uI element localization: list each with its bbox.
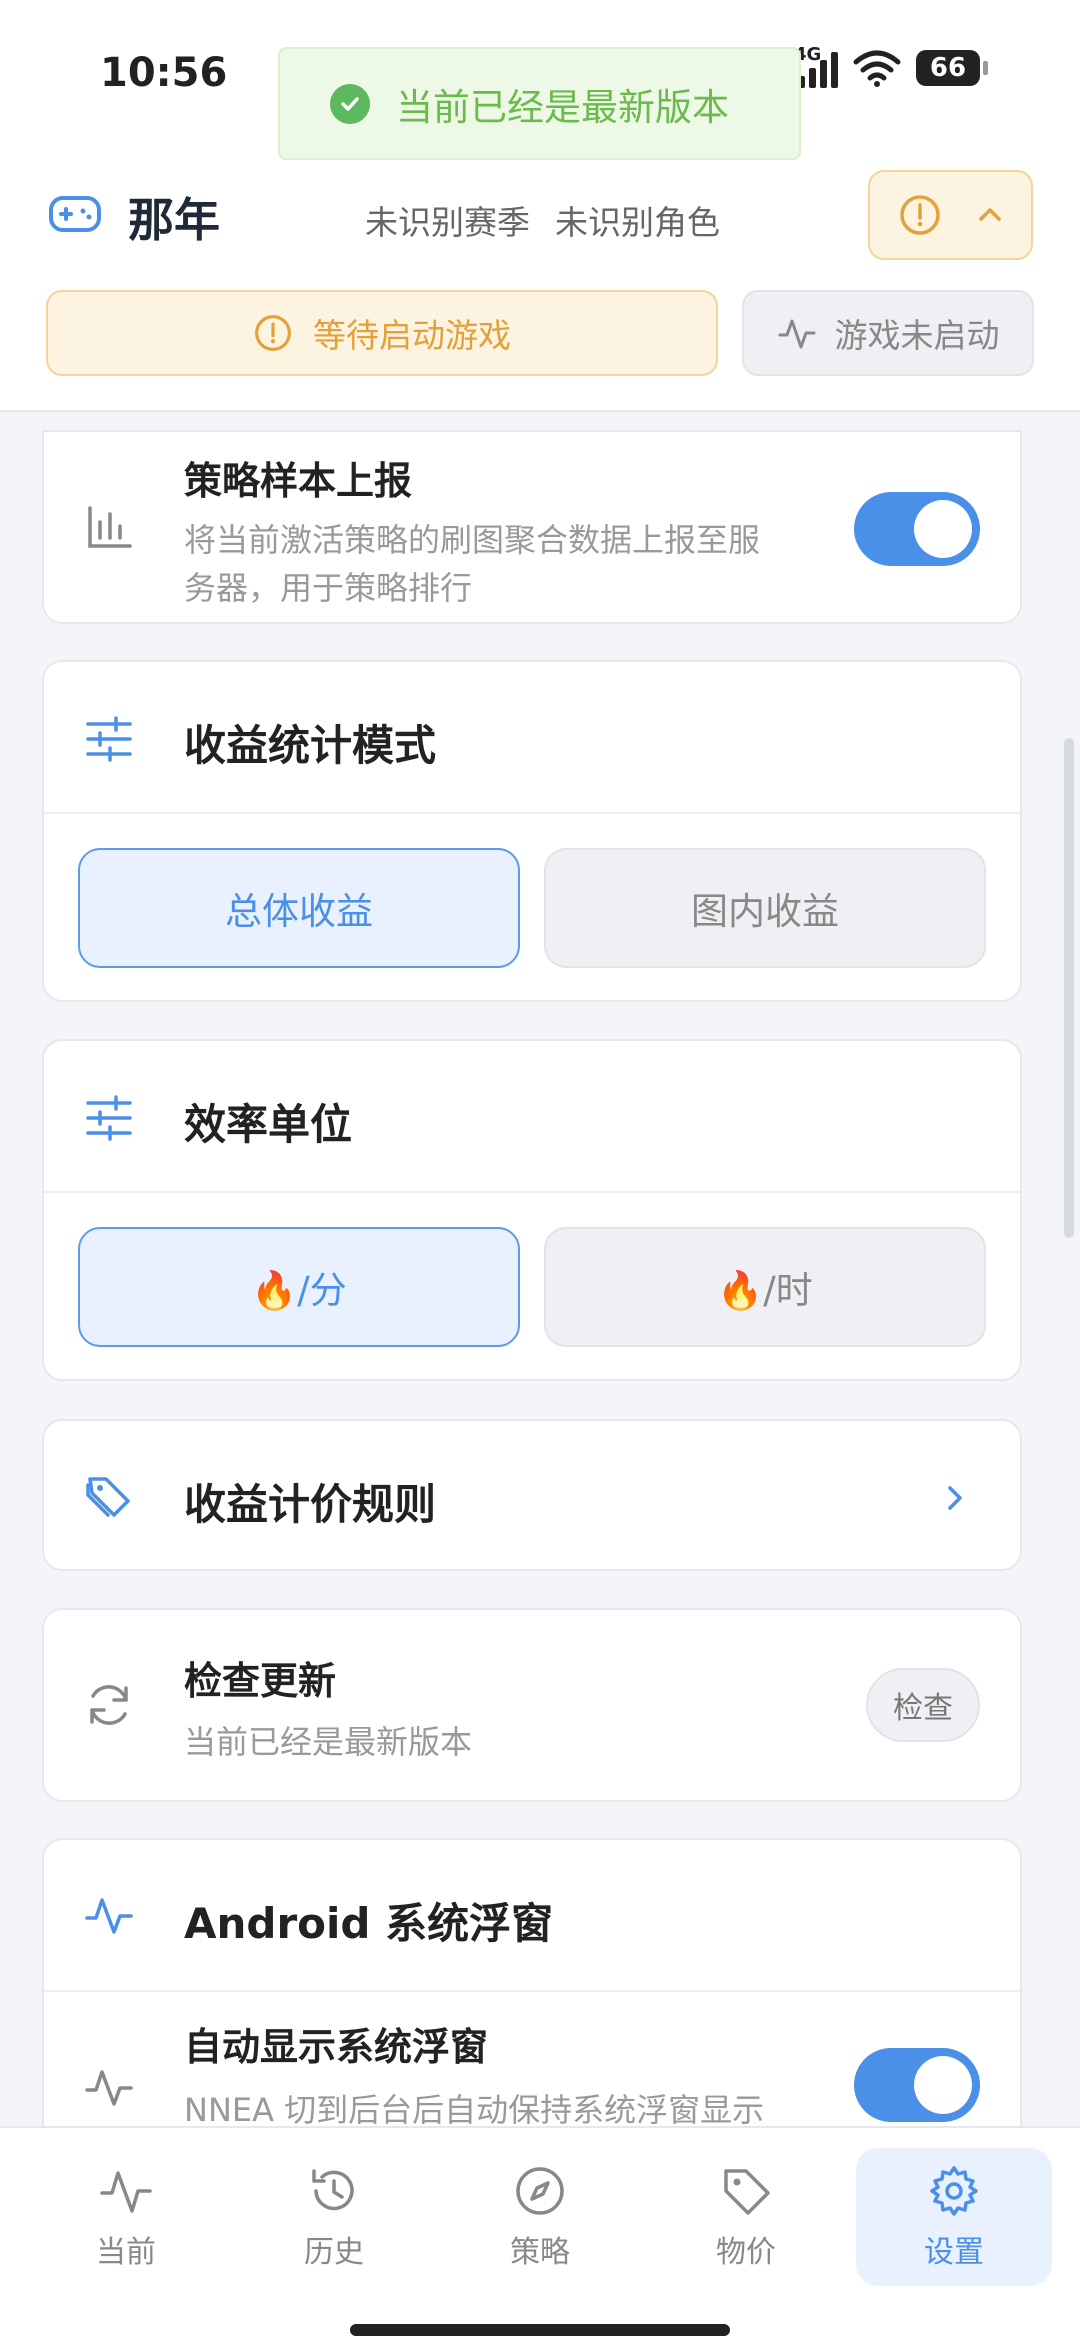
auto-show-overlay-title: 自动显示系统浮窗: [184, 2025, 489, 2069]
check-update-title: 检查更新: [184, 1659, 337, 1703]
sliders-icon: [86, 1095, 132, 1141]
pricing-rules-title: 收益计价规则: [184, 1480, 437, 1529]
android-overlay-title: Android 系统浮窗: [184, 1899, 554, 1948]
toast-notification: 当前已经是最新版本: [278, 47, 801, 160]
activity-icon: [85, 2070, 133, 2106]
efficiency-unit-title: 效率单位: [184, 1100, 353, 1149]
waiting-game-label: 等待启动游戏: [313, 316, 511, 355]
nav-price-label: 物价: [716, 2235, 776, 2270]
activity-icon: [100, 2171, 152, 2213]
strategy-report-desc: 将当前激活策略的刷图聚合数据上报至服: [184, 521, 761, 559]
tag-icon: [724, 2169, 770, 2215]
income-mode-total-option[interactable]: 总体收益: [78, 848, 520, 968]
efficiency-per-minute-option[interactable]: 🔥/分: [78, 1227, 520, 1347]
efficiency-per-hour-option[interactable]: 🔥/时: [544, 1227, 986, 1347]
income-mode-card: 收益统计模式 总体收益 图内收益: [42, 660, 1022, 1002]
waiting-game-button[interactable]: 等待启动游戏: [46, 290, 718, 376]
auto-show-overlay-toggle[interactable]: [854, 2048, 980, 2122]
nav-strategy[interactable]: 策略: [442, 2148, 638, 2286]
home-indicator[interactable]: [350, 2324, 730, 2336]
bar-chart-icon: [88, 506, 132, 548]
nav-history-label: 历史: [304, 2235, 364, 2270]
alert-circle-icon: [899, 195, 940, 235]
strategy-report-desc-2: 务器，用于策略排行: [184, 569, 473, 607]
battery-indicator: 66: [916, 50, 988, 86]
nav-current[interactable]: 当前: [28, 2148, 224, 2286]
check-circle-icon: [330, 83, 370, 124]
gear-icon: [930, 2166, 978, 2216]
nav-settings-label: 设置: [924, 2235, 984, 2270]
activity-icon: [85, 1898, 133, 1934]
game-status-label: 游戏未启动: [834, 316, 1000, 355]
season-label: 未识别赛季: [365, 203, 530, 242]
bottom-navigation: 当前 历史 策略 物价 设置: [0, 2126, 1080, 2351]
wifi-icon: [853, 50, 901, 87]
income-mode-title: 收益统计模式: [184, 721, 437, 770]
nav-current-label: 当前: [96, 2235, 156, 2270]
nav-price[interactable]: 物价: [648, 2148, 844, 2286]
efficiency-unit-card: 效率单位 🔥/分 🔥/时: [42, 1039, 1022, 1381]
chevron-right-icon: [948, 1486, 962, 1510]
nav-settings[interactable]: 设置: [856, 2148, 1052, 2286]
strategy-report-title: 策略样本上报: [184, 459, 413, 503]
pricing-rules-card[interactable]: 收益计价规则: [42, 1419, 1022, 1571]
alert-collapse-button[interactable]: [868, 170, 1033, 260]
chevron-up-icon: [978, 208, 1001, 221]
app-header: 那年 未识别赛季 未识别角色 等待启动游戏 游戏未启动: [0, 150, 1080, 412]
role-label: 未识别角色: [555, 203, 720, 242]
nav-history[interactable]: 历史: [236, 2148, 432, 2286]
check-update-desc: 当前已经是最新版本: [184, 1723, 473, 1761]
nav-strategy-label: 策略: [510, 2235, 570, 2270]
app-title: 那年: [128, 193, 220, 247]
refresh-icon: [90, 1685, 128, 1725]
status-time: 10:56: [100, 50, 228, 96]
scrollbar[interactable]: [1064, 738, 1074, 1238]
gamepad-icon: [49, 196, 101, 232]
tags-icon: [86, 1477, 130, 1517]
check-update-button[interactable]: 检查: [866, 1668, 980, 1742]
income-mode-map-option[interactable]: 图内收益: [544, 848, 986, 968]
alert-circle-icon: [255, 315, 291, 351]
strategy-report-card: 策略样本上报 将当前激活策略的刷图聚合数据上报至服 务器，用于策略排行: [42, 430, 1022, 624]
check-update-card: 检查更新 当前已经是最新版本 检查: [42, 1608, 1022, 1802]
game-status-button[interactable]: 游戏未启动: [742, 290, 1034, 376]
cellular-signal-icon: 4G: [794, 44, 838, 88]
history-icon: [312, 2169, 354, 2211]
strategy-report-toggle[interactable]: [854, 492, 980, 566]
toast-text: 当前已经是最新版本: [396, 85, 729, 129]
compass-icon: [516, 2167, 564, 2215]
activity-icon: [778, 319, 815, 349]
sliders-icon: [86, 716, 132, 762]
